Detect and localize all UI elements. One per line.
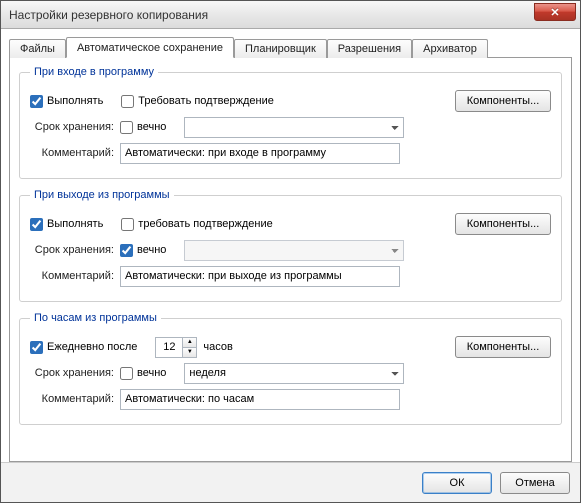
confirm-label-login: Требовать подтверждение [138,95,274,107]
dialog-footer: ОК Отмена [1,462,580,502]
comment-input-logout[interactable] [120,266,400,287]
comment-label-login: Комментарий: [30,147,120,159]
components-button-login[interactable]: Компоненты... [455,90,551,112]
spinner-down-icon[interactable]: ▼ [183,347,196,357]
group-on-logout-legend: При выходе из программы [30,189,174,201]
duration-combo-logout [184,240,404,261]
hours-suffix: часов [203,341,232,353]
duration-combo-login[interactable] [184,117,404,138]
storage-label-logout: Срок хранения: [30,244,120,256]
comment-label-clock: Комментарий: [30,393,120,405]
confirm-checkbox-login-wrap[interactable]: Требовать подтверждение [121,95,274,108]
group-by-clock-legend: По часам из программы [30,312,161,324]
close-icon: ✕ [550,6,559,19]
execute-checkbox-login-wrap[interactable]: Выполнять [30,95,103,108]
daily-checkbox-wrap[interactable]: Ежедневно после [30,341,137,354]
storage-label-login: Срок хранения: [30,121,120,133]
tab-archiver[interactable]: Архиватор [412,39,488,58]
components-button-clock[interactable]: Компоненты... [455,336,551,358]
forever-checkbox-login[interactable] [120,121,133,134]
tab-permissions[interactable]: Разрешения [327,39,412,58]
spinner-buttons: ▲ ▼ [182,338,196,357]
tab-panel-autosave: При входе в программу Компоненты... Выпо… [9,57,572,462]
confirm-label-logout: требовать подтверждение [138,218,272,230]
execute-checkbox-logout-wrap[interactable]: Выполнять [30,218,103,231]
hours-spinner[interactable]: ▲ ▼ [155,337,197,358]
group-by-clock: По часам из программы Компоненты... Ежед… [19,312,562,425]
group-on-logout: При выходе из программы Компоненты... Вы… [19,189,562,302]
group-on-login-legend: При входе в программу [30,66,158,78]
forever-checkbox-logout-wrap[interactable]: вечно [120,244,166,257]
confirm-checkbox-login[interactable] [121,95,134,108]
tab-scheduler[interactable]: Планировщик [234,39,327,58]
confirm-checkbox-logout-wrap[interactable]: требовать подтверждение [121,218,272,231]
dialog-window: Настройки резервного копирования ✕ Файлы… [0,0,581,503]
components-button-logout[interactable]: Компоненты... [455,213,551,235]
spinner-up-icon[interactable]: ▲ [183,338,196,347]
comment-input-clock[interactable] [120,389,400,410]
tab-files[interactable]: Файлы [9,39,66,58]
confirm-checkbox-logout[interactable] [121,218,134,231]
forever-checkbox-clock-wrap[interactable]: вечно [120,367,166,380]
dialog-body: Файлы Автоматическое сохранение Планиров… [1,29,580,462]
execute-checkbox-logout[interactable] [30,218,43,231]
forever-checkbox-clock[interactable] [120,367,133,380]
execute-label-login: Выполнять [47,95,103,107]
ok-button[interactable]: ОК [422,472,492,494]
cancel-button[interactable]: Отмена [500,472,570,494]
comment-label-logout: Комментарий: [30,270,120,282]
forever-label-login: вечно [137,121,166,133]
group-on-login: При входе в программу Компоненты... Выпо… [19,66,562,179]
forever-checkbox-logout[interactable] [120,244,133,257]
tab-autosave[interactable]: Автоматическое сохранение [66,37,234,58]
forever-label-clock: вечно [137,367,166,379]
storage-label-clock: Срок хранения: [30,367,120,379]
tab-strip: Файлы Автоматическое сохранение Планиров… [9,35,572,57]
forever-checkbox-login-wrap[interactable]: вечно [120,121,166,134]
window-title: Настройки резервного копирования [9,8,208,22]
execute-label-logout: Выполнять [47,218,103,230]
comment-input-login[interactable] [120,143,400,164]
titlebar: Настройки резервного копирования ✕ [1,1,580,29]
forever-label-logout: вечно [137,244,166,256]
close-button[interactable]: ✕ [534,3,576,21]
execute-checkbox-login[interactable] [30,95,43,108]
hours-input[interactable] [156,338,182,357]
duration-combo-clock[interactable]: неделя [184,363,404,384]
daily-checkbox[interactable] [30,341,43,354]
daily-label: Ежедневно после [47,341,137,353]
